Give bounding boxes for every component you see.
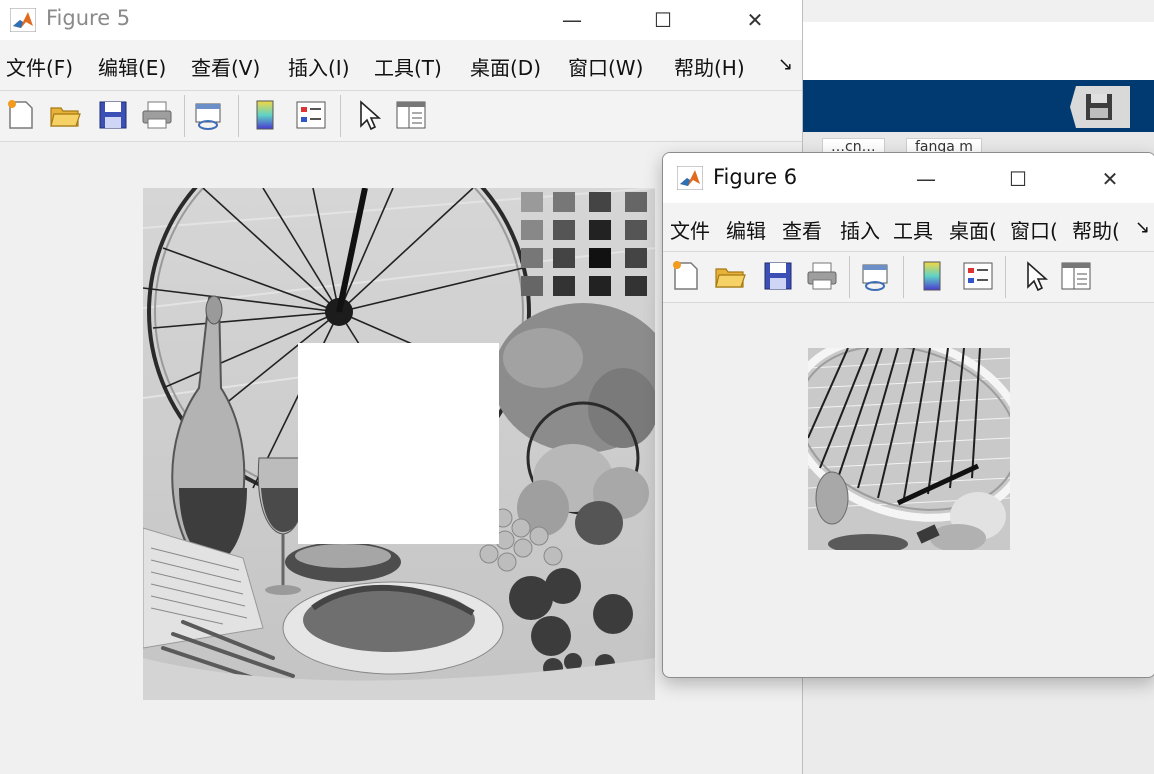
menu-window[interactable]: 窗口(W)	[568, 52, 643, 81]
menu-file[interactable]: 文件	[670, 215, 710, 244]
menu-insert[interactable]: 插入(I)	[288, 52, 350, 81]
figure6-image-axes[interactable]	[808, 348, 1010, 550]
menu-tools[interactable]: 工具(T)	[374, 52, 442, 81]
cropped-region-image	[808, 348, 1010, 550]
menu-help[interactable]: 帮助(H)	[674, 52, 745, 81]
menu-overflow-icon[interactable]: ↘	[778, 54, 793, 75]
toolbar-separator	[849, 256, 850, 298]
window-title: Figure 5	[46, 6, 131, 30]
menu-desktop[interactable]: 桌面(	[949, 215, 997, 244]
minimize-button[interactable]: —	[549, 6, 595, 34]
menu-file[interactable]: 文件(F)	[6, 52, 73, 81]
menu-edit[interactable]: 编辑	[726, 215, 766, 244]
menu-view[interactable]: 查看	[782, 215, 822, 244]
new-figure-icon[interactable]	[4, 98, 38, 132]
matlab-logo-icon	[10, 8, 36, 32]
masked-white-square	[298, 343, 499, 544]
menu-desktop[interactable]: 桌面(D)	[470, 52, 541, 81]
maximize-button[interactable]: ☐	[995, 165, 1041, 193]
link-plot-icon[interactable]	[859, 259, 893, 293]
figure6-window: Figure 6 — ☐ ✕ 文件 编辑 查看 插入 工具 桌面( 窗口( 帮助…	[662, 152, 1154, 678]
close-button[interactable]: ✕	[732, 6, 778, 34]
print-icon[interactable]	[140, 98, 174, 132]
minimize-button[interactable]: —	[903, 165, 949, 193]
window-title: Figure 6	[713, 165, 798, 189]
figure6-toolbar	[663, 251, 1154, 303]
figure5-titlebar[interactable]: Figure 5 — ☐ ✕	[0, 0, 802, 40]
background-panel	[802, 676, 1154, 774]
toolbar-separator	[340, 95, 341, 137]
still-life-image	[143, 188, 655, 700]
toolbar-separator	[238, 95, 239, 137]
figure5-toolbar	[0, 90, 802, 142]
background-header	[802, 22, 1154, 80]
colorbar-icon[interactable]	[248, 98, 282, 132]
background-save-icon[interactable]	[1070, 86, 1130, 128]
save-icon[interactable]	[96, 98, 130, 132]
new-figure-icon[interactable]	[669, 259, 703, 293]
link-plot-icon[interactable]	[192, 98, 226, 132]
toolbar-separator	[903, 256, 904, 298]
toolbar-separator	[184, 95, 185, 137]
menu-window[interactable]: 窗口(	[1010, 215, 1058, 244]
figure5-menubar: 文件(F) 编辑(E) 查看(V) 插入(I) 工具(T) 桌面(D) 窗口(W…	[0, 40, 802, 90]
matlab-logo-icon	[677, 166, 703, 190]
property-inspector-icon[interactable]	[1059, 259, 1093, 293]
menu-edit[interactable]: 编辑(E)	[98, 52, 166, 81]
menu-tools[interactable]: 工具	[893, 215, 933, 244]
maximize-button[interactable]: ☐	[640, 6, 686, 34]
figure6-menubar: 文件 编辑 查看 插入 工具 桌面( 窗口( 帮助( ↘	[663, 203, 1154, 251]
property-inspector-icon[interactable]	[394, 98, 428, 132]
select-pointer-icon[interactable]	[1019, 259, 1053, 293]
toolbar-separator	[1005, 256, 1006, 298]
menu-insert[interactable]: 插入	[840, 215, 880, 244]
menu-overflow-icon[interactable]: ↘	[1135, 217, 1150, 238]
menu-help[interactable]: 帮助(	[1072, 215, 1120, 244]
menu-view[interactable]: 查看(V)	[191, 52, 260, 81]
legend-icon[interactable]	[961, 259, 995, 293]
figure5-image-axes[interactable]	[143, 188, 655, 700]
colorbar-icon[interactable]	[915, 259, 949, 293]
open-file-icon[interactable]	[48, 98, 82, 132]
select-pointer-icon[interactable]	[352, 98, 386, 132]
print-icon[interactable]	[805, 259, 839, 293]
open-file-icon[interactable]	[713, 259, 747, 293]
figure6-titlebar[interactable]: Figure 6 — ☐ ✕	[663, 153, 1154, 203]
save-icon[interactable]	[761, 259, 795, 293]
close-button[interactable]: ✕	[1087, 165, 1133, 193]
legend-icon[interactable]	[294, 98, 328, 132]
